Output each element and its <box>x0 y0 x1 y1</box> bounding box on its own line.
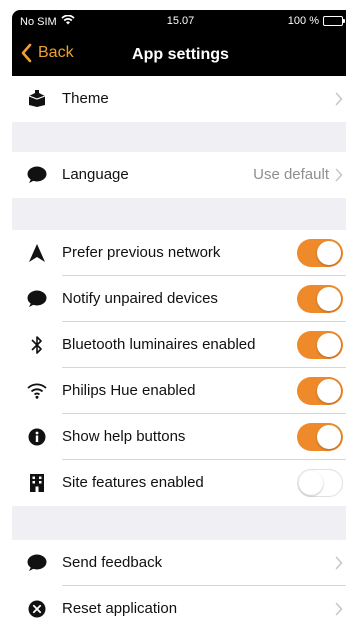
status-bar: No SIM 15.07 100 % <box>12 10 349 34</box>
chevron-right-icon <box>335 602 343 616</box>
chevron-right-icon <box>335 92 343 106</box>
philips-hue-label: Philips Hue enabled <box>62 382 196 399</box>
send-feedback-label: Send feedback <box>62 554 163 571</box>
info-icon <box>26 426 48 448</box>
reset-application-row[interactable]: Reset application <box>12 586 349 624</box>
battery-group: 100 % <box>287 15 345 27</box>
app-frame: No SIM 15.07 100 % Back App settings The… <box>0 0 349 624</box>
site-features-toggle[interactable] <box>297 469 343 497</box>
prefer-previous-network-toggle[interactable] <box>297 239 343 267</box>
notify-unpaired-devices-row: Notify unpaired devices <box>12 276 349 322</box>
language-row[interactable]: Language Use default <box>12 152 349 198</box>
send-feedback-row[interactable]: Send feedback <box>12 540 349 586</box>
navigation-bar: Back App settings <box>12 34 349 76</box>
speech-bubble-icon <box>26 288 48 310</box>
show-help-buttons-label: Show help buttons <box>62 428 186 445</box>
bluetooth-luminaires-row: Bluetooth luminaires enabled <box>12 322 349 368</box>
show-help-buttons-toggle[interactable] <box>297 423 343 451</box>
battery-icon <box>323 16 345 26</box>
theme-label: Theme <box>62 90 109 107</box>
language-value: Use default <box>253 166 329 183</box>
bluetooth-icon <box>26 334 48 356</box>
notify-unpaired-devices-label: Notify unpaired devices <box>62 290 218 307</box>
philips-hue-toggle[interactable] <box>297 377 343 405</box>
bluetooth-luminaires-label: Bluetooth luminaires enabled <box>62 336 256 353</box>
chevron-right-icon <box>335 556 343 570</box>
close-circle-icon <box>26 598 48 620</box>
bluetooth-luminaires-toggle[interactable] <box>297 331 343 359</box>
navigation-arrow-icon <box>26 242 48 264</box>
paint-bucket-icon <box>26 88 48 110</box>
speech-bubble-icon <box>26 552 48 574</box>
reset-application-label: Reset application <box>62 600 178 617</box>
show-help-buttons-row: Show help buttons <box>12 414 349 460</box>
building-icon <box>26 472 48 494</box>
philips-hue-row: Philips Hue enabled <box>12 368 349 414</box>
notify-unpaired-devices-toggle[interactable] <box>297 285 343 313</box>
theme-row[interactable]: Theme <box>12 76 349 122</box>
chevron-right-icon <box>335 168 343 182</box>
page-title: App settings <box>132 46 229 63</box>
site-features-row: Site features enabled <box>12 460 349 506</box>
prefer-previous-network-row: Prefer previous network <box>12 230 349 276</box>
language-label: Language <box>62 166 129 183</box>
speech-bubble-icon <box>26 164 48 186</box>
battery-label: 100 % <box>287 15 319 27</box>
site-features-label: Site features enabled <box>62 474 204 491</box>
wifi-icon <box>26 380 48 402</box>
prefer-previous-network-label: Prefer previous network <box>62 244 221 261</box>
settings-list: Theme Language Use default Prefer previo… <box>12 76 349 624</box>
